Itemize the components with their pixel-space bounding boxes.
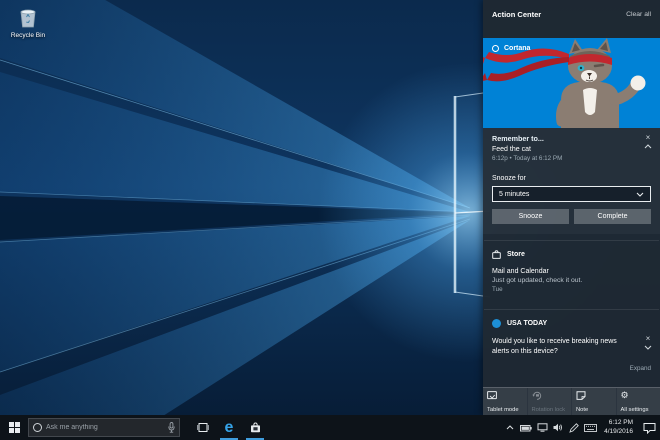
note-label: Note <box>576 407 588 413</box>
quick-action-all-settings[interactable]: ⚙ All settings <box>617 388 660 415</box>
reminder-body: Feed the cat <box>492 146 651 153</box>
store-item-day: Tue <box>492 286 651 293</box>
store-item-title: Mail and Calendar <box>492 268 651 275</box>
all-settings-label: All settings <box>621 407 649 413</box>
cortana-search-box[interactable] <box>28 418 180 437</box>
start-button[interactable] <box>0 415 28 440</box>
network-icon <box>537 423 548 432</box>
taskbar: e <box>0 415 660 440</box>
recycle-bin[interactable]: Recycle Bin <box>6 6 50 39</box>
snooze-for-label: Snooze for <box>492 175 651 182</box>
recycle-bin-label: Recycle Bin <box>6 32 50 39</box>
store-taskbar-button[interactable] <box>242 415 268 440</box>
store-app-name: Store <box>507 251 525 258</box>
taskbar-clock[interactable]: 6:12 PM 4/19/2016 <box>598 419 638 436</box>
usa-today-notification[interactable]: USA TODAY × Would you like to receive br… <box>483 310 660 380</box>
tablet-mode-label: Tablet mode <box>487 407 519 413</box>
rotation-lock-label: Rotation lock <box>532 407 566 413</box>
action-center-title: Action Center <box>492 10 541 19</box>
windows-desktop: Recycle Bin Action Center Clear all Cort… <box>0 0 660 440</box>
usa-today-app-row: USA TODAY <box>492 319 651 328</box>
recycle-bin-icon <box>16 6 40 30</box>
task-view-button[interactable] <box>190 415 216 440</box>
microphone-icon[interactable] <box>168 422 175 433</box>
store-notification[interactable]: Store Mail and Calendar Just got updated… <box>483 241 660 309</box>
pen-icon <box>569 423 579 433</box>
pen-tray-button[interactable] <box>566 415 582 440</box>
reminder-notification[interactable]: Remember to... × Feed the cat 6:12p • To… <box>483 128 660 234</box>
snooze-duration-select[interactable]: 5 minutes <box>492 186 651 202</box>
clear-all-link[interactable]: Clear all <box>626 11 651 18</box>
store-icon <box>492 250 501 259</box>
action-center-panel: Action Center Clear all Cortana <box>483 0 660 415</box>
chevron-down-icon <box>636 192 644 197</box>
chevron-up-icon <box>506 425 514 430</box>
cortana-notification[interactable]: Cortana <box>483 38 660 128</box>
volume-icon <box>553 423 563 432</box>
usa-today-app-name: USA TODAY <box>507 320 547 327</box>
cortana-search-icon <box>33 423 42 432</box>
reminder-timestamp: 6:12p • Today at 6:12 PM <box>492 155 651 162</box>
quick-action-tablet-mode[interactable]: Tablet mode <box>483 388 527 415</box>
usa-today-body: Would you like to receive breaking news … <box>492 337 632 357</box>
snooze-button[interactable]: Snooze <box>492 209 569 224</box>
search-input[interactable] <box>42 424 168 431</box>
store-item-body: Just got updated, check it out. <box>492 277 651 284</box>
volume-tray-button[interactable] <box>550 415 566 440</box>
clock-time: 6:12 PM <box>604 419 633 427</box>
usa-today-expand-icon[interactable] <box>644 345 652 350</box>
clock-date: 4/19/2016 <box>604 428 633 436</box>
keyboard-icon <box>584 424 597 432</box>
cortana-app-name: Cortana <box>504 45 530 52</box>
cortana-icon <box>492 45 499 52</box>
system-tray: 6:12 PM 4/19/2016 <box>502 415 660 440</box>
touch-keyboard-button[interactable] <box>582 415 598 440</box>
snooze-duration-value: 5 minutes <box>499 191 529 198</box>
edge-taskbar-button[interactable]: e <box>216 415 242 440</box>
tablet-mode-icon <box>487 391 497 400</box>
reminder-title: Remember to... <box>492 134 651 143</box>
expand-link[interactable]: Expand <box>492 365 651 372</box>
quick-action-note[interactable]: Note <box>572 388 616 415</box>
complete-button[interactable]: Complete <box>574 209 651 224</box>
reminder-collapse-icon[interactable] <box>644 144 652 149</box>
battery-tray-button[interactable] <box>518 415 534 440</box>
note-icon <box>576 391 586 400</box>
rotation-lock-icon <box>532 391 542 400</box>
action-center-header: Action Center Clear all <box>483 0 660 28</box>
battery-icon <box>520 424 532 432</box>
usa-today-close-icon[interactable]: × <box>646 336 651 342</box>
action-center-button[interactable] <box>638 415 660 440</box>
show-hidden-icons-button[interactable] <box>502 415 518 440</box>
cortana-app-row: Cortana <box>492 45 530 52</box>
network-tray-button[interactable] <box>534 415 550 440</box>
edge-icon: e <box>225 420 234 436</box>
quick-actions-bar: Tablet mode Rotation lock Note ⚙ Al <box>483 387 660 415</box>
action-center-icon <box>643 422 656 434</box>
windows-logo-icon <box>9 422 20 433</box>
usa-today-icon <box>492 319 501 328</box>
settings-gear-icon: ⚙ <box>621 391 629 400</box>
store-app-row: Store <box>492 250 651 259</box>
quick-action-rotation-lock[interactable]: Rotation lock <box>528 388 572 415</box>
store-bag-icon <box>250 422 261 433</box>
task-view-icon <box>197 422 209 433</box>
reminder-close-icon[interactable]: × <box>646 135 651 141</box>
